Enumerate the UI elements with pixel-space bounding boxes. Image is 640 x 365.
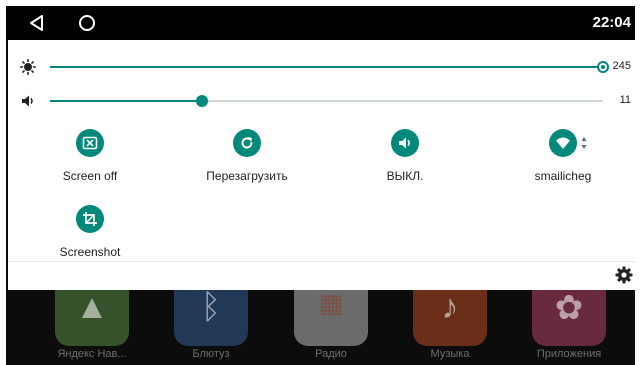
app-label: Музыка — [430, 348, 470, 360]
app-label: Яндекс Нав... — [57, 348, 127, 360]
device-screen: ▲ Яндекс Нав... ᛒ Блютуз ▦ Радио ♪ Музык… — [6, 6, 635, 365]
restart-icon — [241, 137, 253, 149]
tile-label: ВЫКЛ. — [386, 169, 424, 183]
tile-label: Перезагрузить — [206, 169, 288, 183]
wifi-icon — [556, 137, 570, 149]
volume-slider-thumb[interactable] — [196, 95, 209, 107]
brightness-value: 245 — [612, 60, 631, 72]
clock: 22:04 — [592, 14, 631, 31]
app-label: Блютуз — [192, 348, 230, 360]
tile-wifi[interactable]: smailicheg — [498, 129, 628, 183]
volume-slider[interactable] — [50, 95, 603, 107]
brightness-slider[interactable] — [50, 61, 609, 73]
divider — [8, 261, 635, 262]
status-bar: 22:04 — [6, 6, 635, 40]
volume-slider-fill — [50, 100, 203, 102]
tile-screenshot[interactable]: Screenshot — [25, 205, 155, 259]
volume-icon — [399, 137, 410, 149]
tile-label: Screen off — [62, 169, 118, 183]
app-label: Приложения — [536, 348, 602, 360]
volume-slider-row: 11 — [8, 91, 635, 111]
brightness-slider-fill — [50, 66, 603, 68]
volume-icon — [22, 95, 33, 107]
signal-arrows-icon — [581, 137, 587, 149]
app-label: Радио — [315, 348, 347, 360]
tile-label: smailicheg — [534, 169, 592, 183]
home-icon[interactable] — [78, 14, 96, 32]
brightness-slider-row: 245 — [8, 57, 635, 77]
tile-sound[interactable]: ВЫКЛ. — [340, 129, 470, 183]
crop-icon — [83, 212, 97, 226]
tile-restart[interactable]: Перезагрузить — [182, 129, 312, 183]
brightness-slider-thumb[interactable] — [597, 61, 609, 73]
brightness-icon — [20, 59, 36, 75]
volume-value: 11 — [619, 94, 631, 106]
settings-gear-icon[interactable] — [615, 266, 633, 284]
screen-off-icon — [82, 136, 98, 150]
tile-screen-off[interactable]: Screen off — [25, 129, 155, 183]
tile-label: Screenshot — [59, 245, 121, 259]
quick-settings-panel: 245 11 Screen off Перезагрузить ВЫКЛ. sm… — [8, 40, 635, 290]
back-icon[interactable] — [28, 14, 46, 32]
